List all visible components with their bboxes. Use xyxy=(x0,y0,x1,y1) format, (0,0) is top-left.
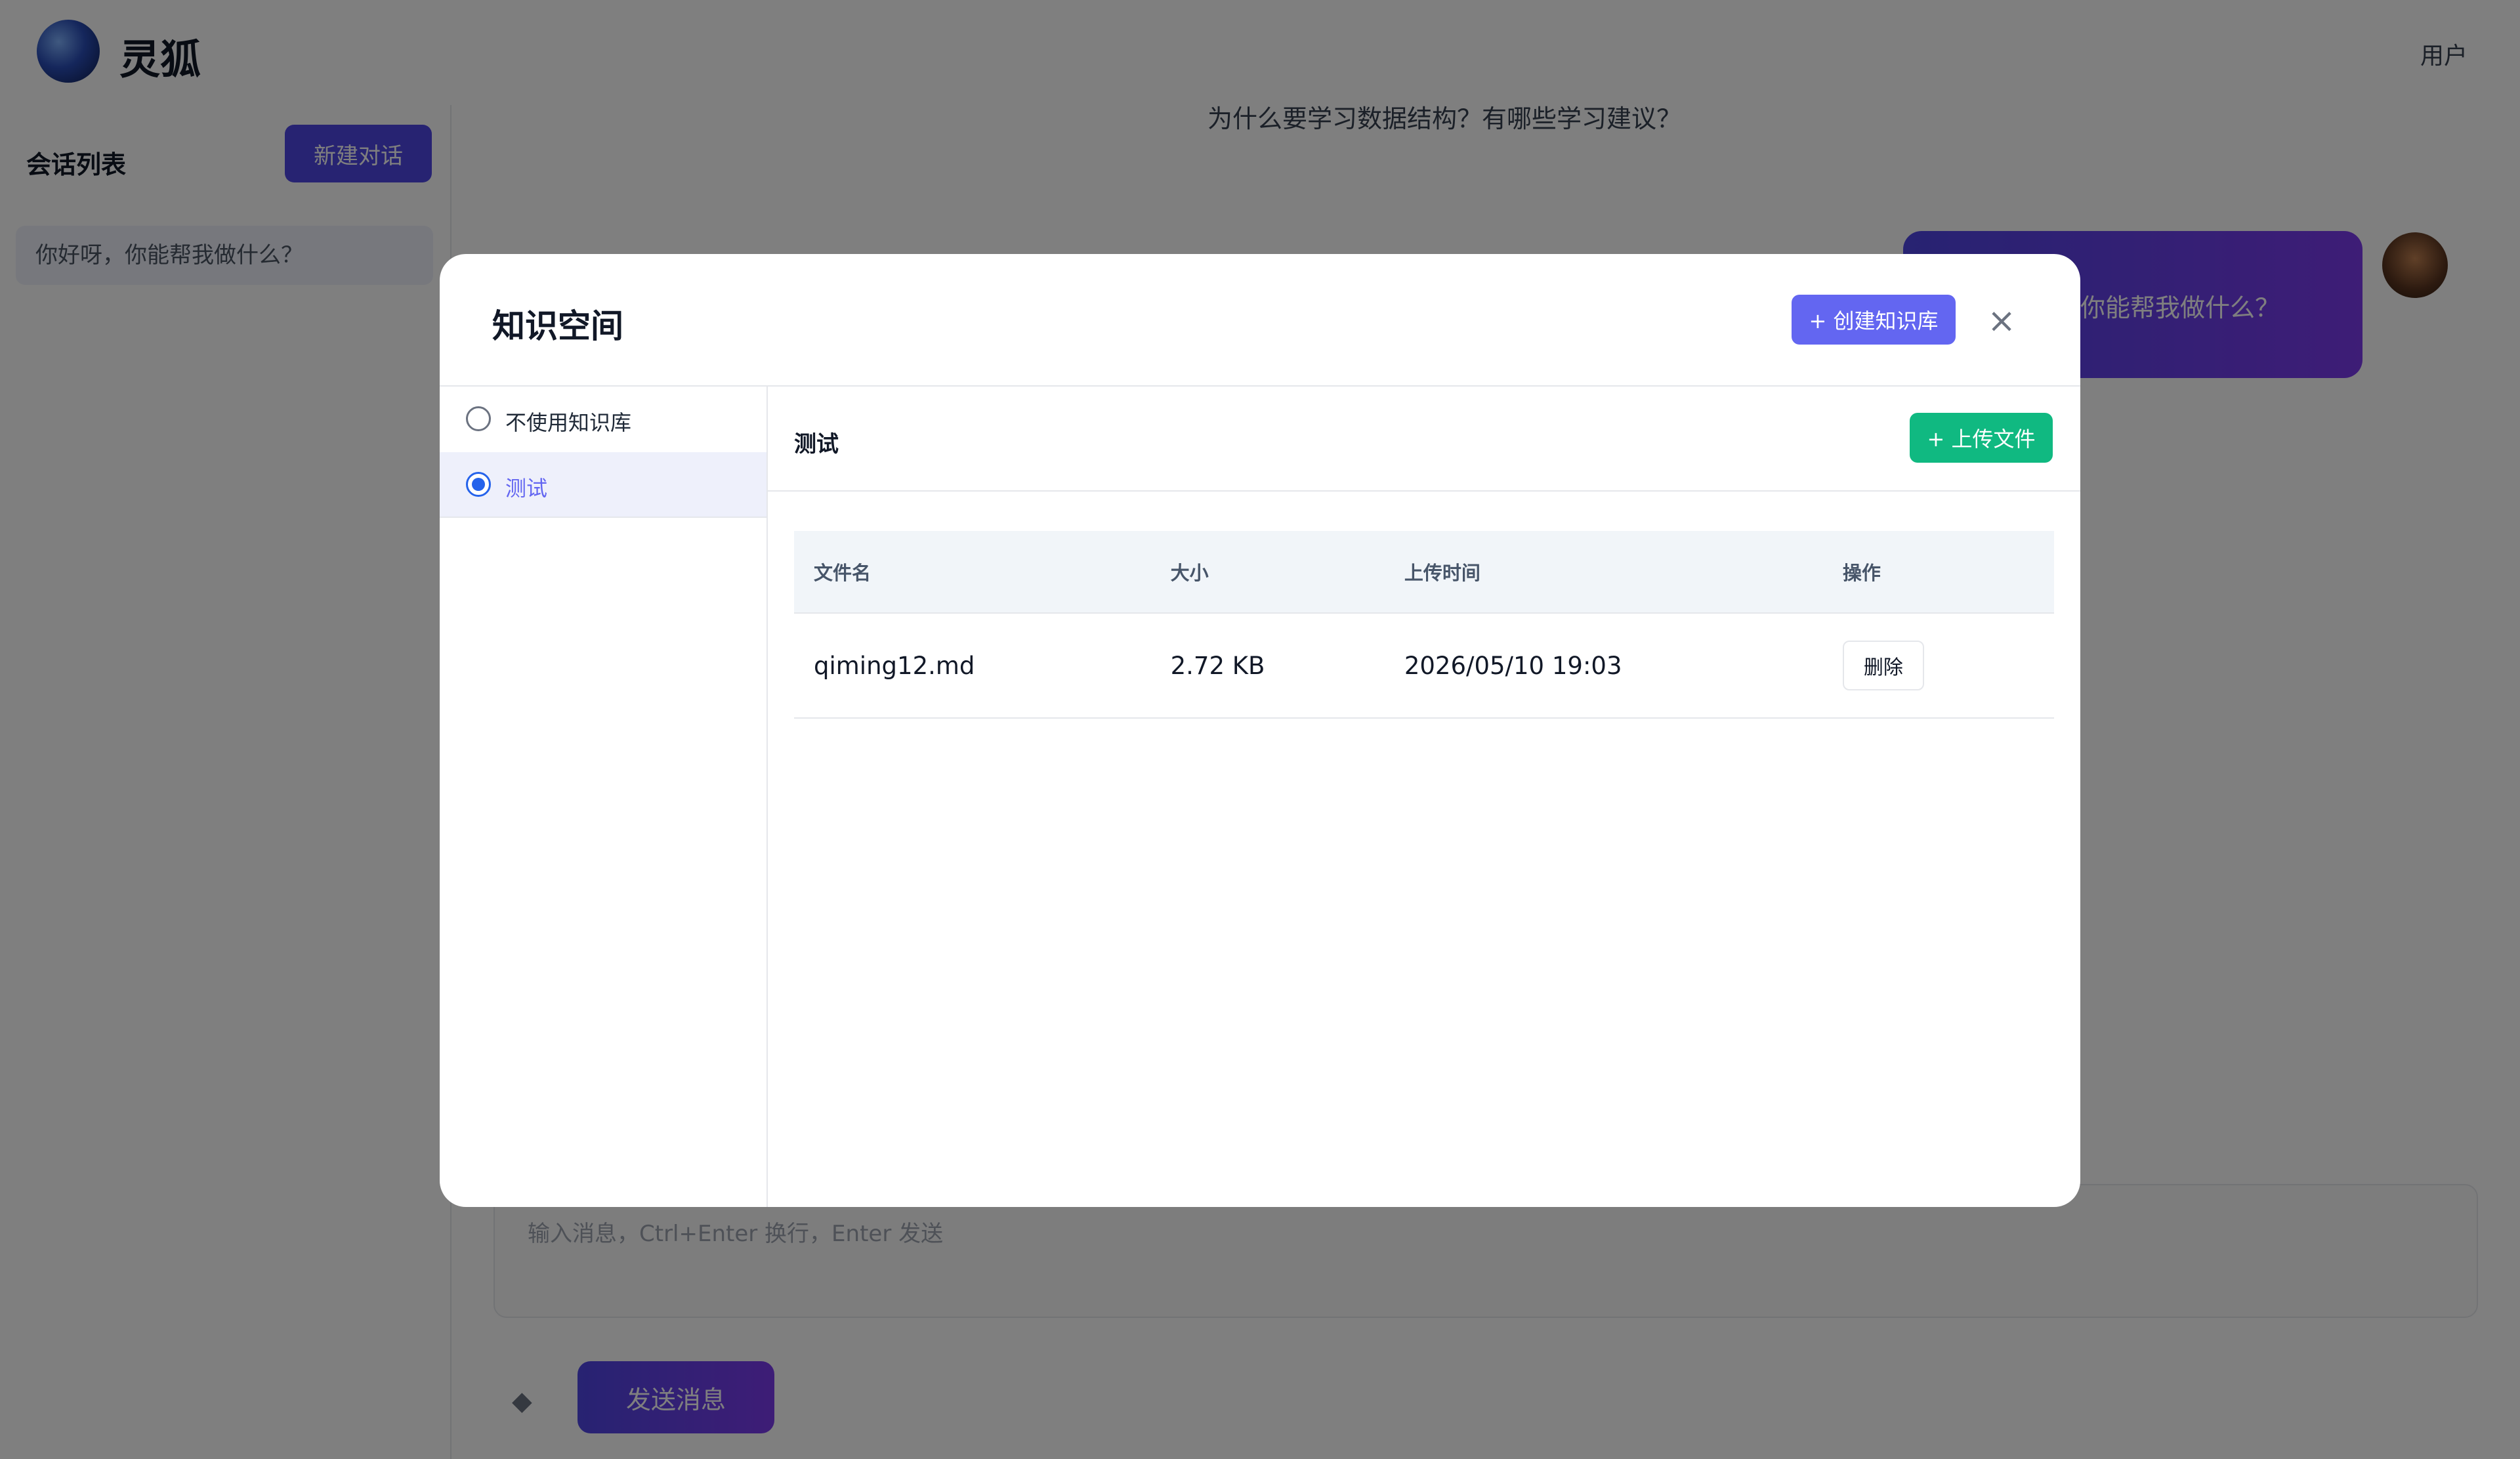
knowledge-space-modal: 知识空间 + 创建知识库 × 不使用知识库 测试 测试 + 上传文件 文件名 大… xyxy=(440,254,2080,1207)
file-name-cell: qiming12.md xyxy=(794,613,1151,719)
kb-name: 测试 xyxy=(794,431,839,457)
actions-cell: 删除 xyxy=(1822,613,2054,719)
kb-option-label: 测试 xyxy=(505,476,548,501)
table-row: qiming12.md 2.72 KB 2026/05/10 19:03 删除 xyxy=(794,613,2054,719)
file-size-cell: 2.72 KB xyxy=(1150,613,1385,719)
column-header-filename: 文件名 xyxy=(794,531,1151,614)
upload-time-cell: 2026/05/10 19:03 xyxy=(1384,613,1823,719)
kb-option-label: 不使用知识库 xyxy=(505,410,632,435)
kb-option-test[interactable]: 测试 xyxy=(440,452,766,518)
create-knowledge-base-button[interactable]: + 创建知识库 xyxy=(1792,295,1956,345)
kb-option-none[interactable]: 不使用知识库 xyxy=(440,387,766,452)
close-icon[interactable]: × xyxy=(1983,303,2020,339)
radio-checked-icon[interactable] xyxy=(466,472,491,497)
file-table: 文件名 大小 上传时间 操作 qiming12.md 2.72 KB 2026/… xyxy=(794,531,2054,719)
column-header-actions: 操作 xyxy=(1822,531,2054,614)
modal-header: 知识空间 + 创建知识库 × xyxy=(440,254,2080,387)
column-header-size: 大小 xyxy=(1150,531,1385,614)
table-header-row: 文件名 大小 上传时间 操作 xyxy=(794,531,2054,614)
knowledge-base-detail: 测试 + 上传文件 文件名 大小 上传时间 操作 qiming12.md 2.7… xyxy=(768,387,2080,1207)
modal-title: 知识空间 xyxy=(492,307,623,345)
kb-detail-header: 测试 + 上传文件 xyxy=(768,387,2080,492)
upload-file-button[interactable]: + 上传文件 xyxy=(1910,413,2053,463)
knowledge-base-list: 不使用知识库 测试 xyxy=(440,387,768,1207)
radio-unchecked-icon[interactable] xyxy=(466,406,491,431)
delete-button[interactable]: 删除 xyxy=(1842,641,1924,690)
column-header-upload-time: 上传时间 xyxy=(1384,531,1823,614)
